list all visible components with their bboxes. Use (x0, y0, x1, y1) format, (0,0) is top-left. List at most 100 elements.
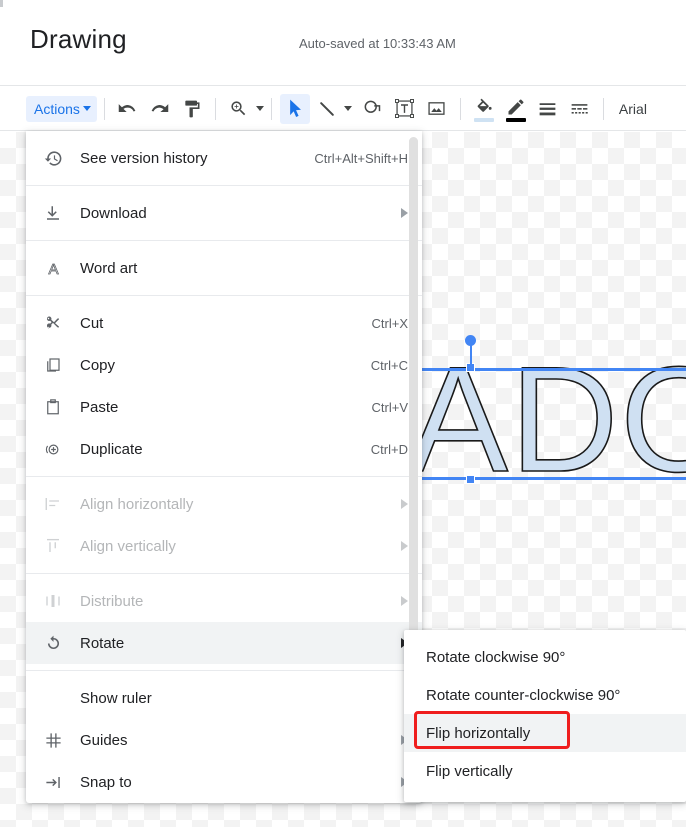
toolbar-divider (459, 97, 461, 120)
menu-item-show-ruler[interactable]: Show ruler (26, 677, 422, 719)
menu-divider (26, 240, 422, 241)
actions-button-label: Actions (34, 100, 80, 117)
scissors-icon (44, 314, 68, 332)
line-color-icon[interactable] (501, 94, 531, 124)
submenu-arrow-icon (401, 541, 408, 551)
menu-divider (26, 476, 422, 477)
submenu-item-label: Flip horizontally (426, 724, 531, 742)
menu-item-cut[interactable]: Cut Ctrl+X (26, 302, 422, 344)
zoom-dropdown-caret-icon[interactable] (255, 106, 264, 111)
redo-icon[interactable] (145, 94, 175, 124)
menu-item-shortcut: Ctrl+Alt+Shift+H (314, 150, 408, 166)
menu-divider (26, 670, 422, 671)
menu-item-label: Align vertically (80, 537, 176, 555)
line-color-swatch (505, 117, 526, 122)
chevron-down-icon (82, 106, 91, 111)
menu-item-shortcut: Ctrl+D (370, 441, 408, 457)
toolbar-divider (214, 97, 216, 120)
page-title: Drawing (30, 24, 127, 54)
menu-item-snap-to[interactable]: Snap to (26, 761, 422, 803)
menu-item-label: See version history (80, 149, 208, 167)
line-dash-icon[interactable] (565, 94, 595, 124)
history-icon (44, 149, 68, 168)
submenu-item-flip-vertically[interactable]: Flip vertically (404, 752, 686, 790)
menu-divider (26, 573, 422, 574)
line-icon[interactable] (312, 94, 342, 124)
menu-item-label: Rotate (80, 634, 125, 652)
duplicate-icon (44, 440, 68, 459)
toolbar: Actions Arial (0, 87, 686, 131)
menu-item-paste[interactable]: Paste Ctrl+V (26, 386, 422, 428)
download-icon (44, 204, 68, 222)
select-cursor-icon[interactable] (279, 93, 310, 124)
menu-item-label: Guides (80, 731, 128, 749)
submenu-arrow-icon (401, 208, 408, 218)
text-box-icon[interactable] (390, 94, 420, 124)
submenu-item-rotate-clockwise[interactable]: Rotate clockwise 90° (404, 638, 686, 676)
menu-item-guides[interactable]: Guides (26, 719, 422, 761)
menu-item-duplicate[interactable]: Duplicate Ctrl+D (26, 428, 422, 470)
menu-item-label: Show ruler (80, 689, 152, 707)
line-dropdown-caret-icon[interactable] (343, 106, 352, 111)
shape-icon[interactable] (358, 94, 388, 124)
clipboard-icon (44, 398, 68, 416)
submenu-item-label: Rotate counter-clockwise 90° (426, 686, 621, 704)
word-art-icon: A (44, 259, 68, 278)
autosave-status: Auto-saved at 10:33:43 AM (299, 36, 456, 51)
toolbar-divider (270, 97, 272, 120)
snap-to-icon (44, 773, 68, 792)
submenu-arrow-icon (401, 596, 408, 606)
selection-handle-bottom-left[interactable] (466, 475, 475, 484)
menu-item-see-version-history[interactable]: See version history Ctrl+Alt+Shift+H (26, 137, 422, 179)
menu-divider (26, 295, 422, 296)
fill-color-icon[interactable] (469, 94, 499, 124)
actions-dropdown-menu: See version history Ctrl+Alt+Shift+H Dow… (26, 131, 422, 803)
submenu-item-rotate-counter-clockwise[interactable]: Rotate counter-clockwise 90° (404, 676, 686, 714)
menu-item-label: Copy (80, 356, 116, 374)
selection-bounding-box (405, 368, 686, 480)
rotate-submenu: Rotate clockwise 90° Rotate counter-cloc… (404, 630, 686, 802)
toolbar-divider (602, 97, 604, 120)
menu-item-rotate[interactable]: Rotate (26, 622, 422, 664)
zoom-icon[interactable] (224, 94, 254, 124)
menu-item-label: Distribute (80, 592, 144, 610)
menu-item-label: Align horizontally (80, 495, 194, 513)
menu-item-label: Download (80, 204, 147, 222)
menu-item-label: Cut (80, 314, 104, 332)
drawing-app: Drawing Auto-saved at 10:33:43 AM Action… (0, 0, 686, 827)
menu-item-align-horizontally: Align horizontally (26, 483, 422, 525)
image-icon[interactable] (422, 94, 452, 124)
menu-item-label: Snap to (80, 773, 132, 791)
svg-text:A: A (48, 261, 58, 278)
copy-icon (44, 356, 68, 374)
window-corner-mark (0, 0, 3, 7)
rotate-icon (44, 634, 68, 653)
menu-item-copy[interactable]: Copy Ctrl+C (26, 344, 422, 386)
menu-item-shortcut: Ctrl+C (370, 357, 408, 373)
actions-menu-button[interactable]: Actions (26, 95, 97, 122)
toolbar-divider (103, 97, 105, 120)
app-header: Drawing Auto-saved at 10:33:43 AM (0, 0, 686, 86)
menu-item-label: Word art (80, 259, 138, 277)
align-vertical-icon (44, 537, 68, 555)
font-family-selector[interactable]: Arial (619, 101, 647, 117)
menu-item-shortcut: Ctrl+X (371, 315, 408, 331)
guides-icon (44, 731, 68, 750)
submenu-item-flip-horizontally[interactable]: Flip horizontally (404, 714, 686, 752)
paint-format-icon[interactable] (177, 94, 207, 124)
align-horizontal-icon (44, 495, 68, 513)
menu-item-distribute: Distribute (26, 580, 422, 622)
undo-icon[interactable] (113, 94, 143, 124)
submenu-item-label: Flip vertically (426, 762, 513, 780)
submenu-item-label: Rotate clockwise 90° (426, 648, 566, 666)
menu-item-label: Duplicate (80, 440, 143, 458)
line-weight-icon[interactable] (533, 94, 563, 124)
submenu-arrow-icon (401, 499, 408, 509)
rotation-handle-stem (470, 344, 472, 370)
rotation-handle-knob[interactable] (465, 335, 476, 346)
menu-item-align-vertically: Align vertically (26, 525, 422, 567)
menu-item-word-art[interactable]: A Word art (26, 247, 422, 289)
fill-color-swatch (473, 117, 494, 122)
menu-item-download[interactable]: Download (26, 192, 422, 234)
menu-divider (26, 185, 422, 186)
